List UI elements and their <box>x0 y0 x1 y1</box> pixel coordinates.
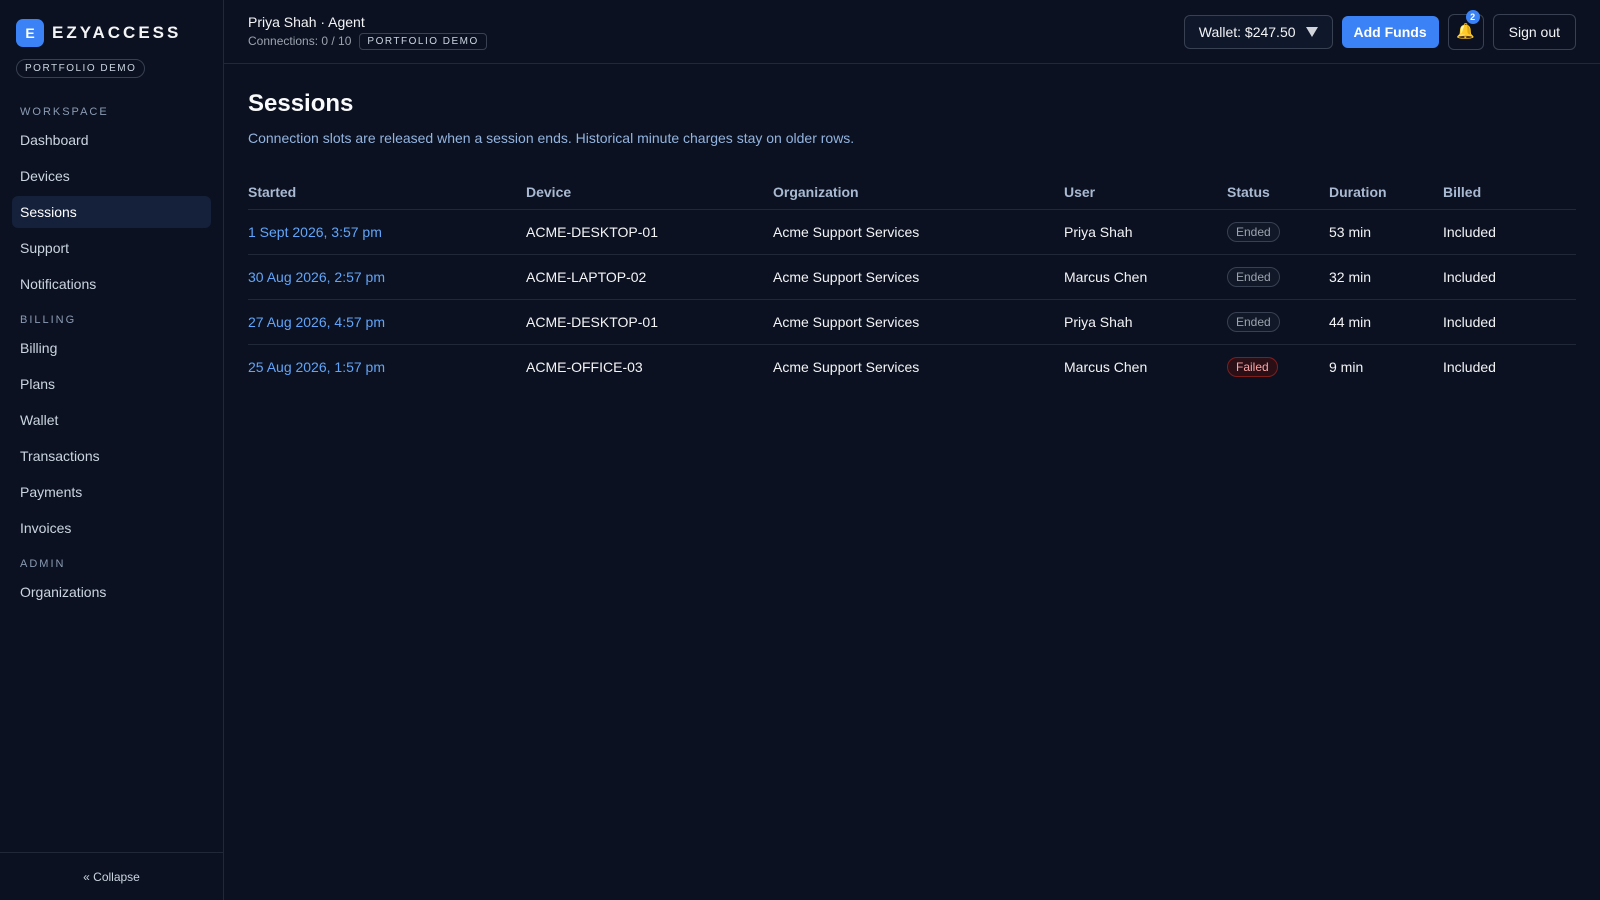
notification-count-badge: 2 <box>1465 9 1480 24</box>
notifications-button[interactable]: 🔔 2 <box>1447 9 1484 50</box>
sidebar-item-devices[interactable]: Devices <box>12 160 211 192</box>
session-organization: Acme Support Services <box>773 299 1064 345</box>
sidebar-item-dashboard[interactable]: Dashboard <box>12 124 211 156</box>
session-duration: 44 min <box>1329 299 1443 345</box>
topbar: Priya Shah · Agent Connections: 0 / 10 P… <box>224 0 1600 64</box>
portfolio-demo-badge: PORTFOLIO DEMO <box>16 59 146 78</box>
nav-section-billing: BILLING <box>20 314 77 326</box>
session-device: ACME-OFFICE-03 <box>526 359 643 376</box>
column-header-duration[interactable]: Duration <box>1329 176 1443 210</box>
session-billed: Included <box>1443 254 1576 300</box>
session-started-link[interactable]: 27 Aug 2026, 4:57 pm <box>248 314 385 330</box>
page-title: Sessions <box>248 90 354 117</box>
top-actions: Wallet: $247.50 Add Funds 🔔 2 Sign out <box>1183 9 1576 50</box>
nav-section-admin: ADMIN <box>20 558 66 570</box>
session-organization: Acme Support Services <box>773 254 1064 300</box>
column-header-user[interactable]: User <box>1064 176 1227 210</box>
status-badge: Ended <box>1227 312 1280 332</box>
session-device: ACME-LAPTOP-02 <box>526 254 773 300</box>
column-header-billed[interactable]: Billed <box>1443 176 1576 210</box>
session-started-link[interactable]: 1 Sept 2026, 3:57 pm <box>248 224 382 240</box>
connections-count: Connections: 0 / 10 <box>248 34 352 48</box>
page-subtitle: Connection slots are released when a ses… <box>248 130 855 146</box>
user-meta: Connections: 0 / 10 PORTFOLIO DEMO <box>248 32 487 50</box>
brand: E EZYACCESS <box>0 0 223 47</box>
sidebar-item-plans[interactable]: Plans <box>12 368 211 400</box>
bell-icon: 🔔 <box>1456 23 1475 40</box>
session-billed: Included <box>1443 359 1496 376</box>
column-header-started[interactable]: Started <box>248 176 526 210</box>
table-row: 30 Aug 2026, 2:57 pm ACME-LAPTOP-02 Acme… <box>248 254 1576 300</box>
topbar-demo-badge: PORTFOLIO DEMO <box>359 32 487 50</box>
sidebar-item-sessions[interactable]: Sessions <box>12 196 211 228</box>
column-header-device[interactable]: Device <box>526 176 773 210</box>
add-funds-button[interactable]: Add Funds <box>1341 15 1439 48</box>
status-badge: Failed <box>1227 357 1278 378</box>
chevron-down-icon <box>1305 26 1318 37</box>
table-header-row: Started Device Organization User Status … <box>248 176 1576 210</box>
wallet-dropdown[interactable]: Wallet: $247.50 <box>1183 14 1333 49</box>
wallet-label: Wallet: $247.50 <box>1198 23 1296 40</box>
sidebar-item-invoices[interactable]: Invoices <box>12 512 211 544</box>
nav-section-workspace: WORKSPACE <box>20 106 109 118</box>
user-block: Priya Shah · Agent Connections: 0 / 10 P… <box>248 14 487 50</box>
session-organization: Acme Support Services <box>773 359 920 376</box>
sidebar-item-notifications[interactable]: Notifications <box>12 268 211 300</box>
session-billed: Included <box>1443 209 1576 255</box>
table-row: 27 Aug 2026, 4:57 pm ACME-DESKTOP-01 Acm… <box>248 299 1576 345</box>
brand-logo-icon: E <box>16 19 44 47</box>
status-badge: Ended <box>1227 267 1280 287</box>
session-billed: Included <box>1443 299 1576 345</box>
session-device: ACME-DESKTOP-01 <box>526 209 773 255</box>
sidebar-nav: WORKSPACE Dashboard Devices Sessions Sup… <box>0 92 223 612</box>
sidebar-item-organizations[interactable]: Organizations <box>12 576 211 608</box>
user-name: Priya Shah · Agent <box>248 13 365 30</box>
sessions-table: Started Device Organization User Status … <box>248 176 1576 390</box>
session-started-link[interactable]: 25 Aug 2026, 1:57 pm <box>248 359 385 375</box>
page-content: Sessions Connection slots are released w… <box>224 64 1600 390</box>
app-root: E EZYACCESS PORTFOLIO DEMO WORKSPACE Das… <box>0 0 1600 900</box>
session-started-link[interactable]: 30 Aug 2026, 2:57 pm <box>248 269 385 285</box>
session-user: Priya Shah <box>1064 299 1227 345</box>
session-user: Marcus Chen <box>1064 254 1227 300</box>
column-header-status[interactable]: Status <box>1227 176 1329 210</box>
session-duration: 53 min <box>1329 209 1443 255</box>
session-user: Priya Shah <box>1064 209 1227 255</box>
sidebar-item-wallet[interactable]: Wallet <box>12 404 211 436</box>
brand-name: EZYACCESS <box>52 23 182 42</box>
sign-out-button[interactable]: Sign out <box>1492 13 1576 50</box>
session-device: ACME-DESKTOP-01 <box>526 299 773 345</box>
session-user: Marcus Chen <box>1064 359 1148 376</box>
sidebar-item-transactions[interactable]: Transactions <box>12 440 211 472</box>
main-area: Priya Shah · Agent Connections: 0 / 10 P… <box>224 0 1600 900</box>
column-header-organization[interactable]: Organization <box>773 176 1064 210</box>
table-row: 25 Aug 2026, 1:57 pm ACME-OFFICE-03 Acme… <box>248 345 1576 390</box>
status-badge: Ended <box>1227 222 1280 242</box>
session-duration: 9 min <box>1329 359 1364 376</box>
table-row: 1 Sept 2026, 3:57 pm ACME-DESKTOP-01 Acm… <box>248 209 1576 255</box>
collapse-sidebar-button[interactable]: « Collapse <box>0 852 223 900</box>
sidebar-item-support[interactable]: Support <box>12 232 211 264</box>
sidebar-item-payments[interactable]: Payments <box>12 476 211 508</box>
session-organization: Acme Support Services <box>773 209 1064 255</box>
sidebar: E EZYACCESS PORTFOLIO DEMO WORKSPACE Das… <box>0 0 224 900</box>
session-duration: 32 min <box>1329 254 1443 300</box>
sidebar-item-billing[interactable]: Billing <box>12 332 211 364</box>
